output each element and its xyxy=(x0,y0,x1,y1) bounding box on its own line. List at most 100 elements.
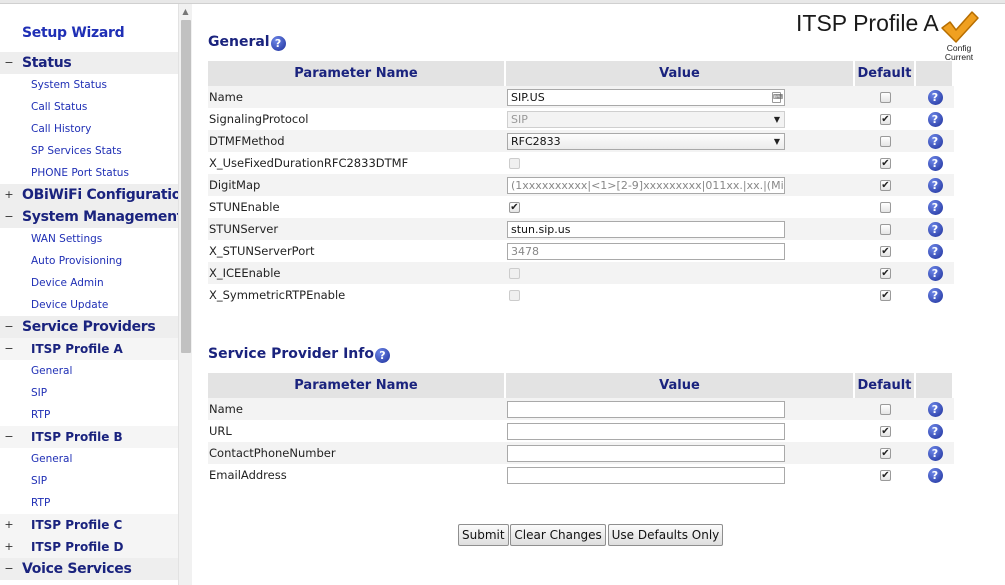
help-icon[interactable]: ? xyxy=(927,155,943,171)
parameter-name-cell: SignalingProtocol xyxy=(208,108,506,130)
sidebar-item-call-status[interactable]: Call Status xyxy=(0,96,178,118)
sidebar-item-wan-settings[interactable]: WAN Settings xyxy=(0,228,178,250)
sidebar-section-label: Voice Services xyxy=(22,561,132,577)
sidebar-subsection-itsp-profile-d[interactable]: + ITSP Profile D xyxy=(0,536,178,558)
default-checkbox[interactable]: ✔ xyxy=(880,470,891,481)
help-icon[interactable]: ? xyxy=(927,111,943,127)
help-icon[interactable]: ? xyxy=(927,177,943,193)
default-checkbox[interactable]: ✔ xyxy=(880,268,891,279)
clear-changes-button[interactable]: Clear Changes xyxy=(510,524,606,546)
sidebar-item-auto-provisioning[interactable]: Auto Provisioning xyxy=(0,250,178,272)
default-checkbox[interactable] xyxy=(880,404,891,415)
help-icon[interactable]: ? xyxy=(927,445,943,461)
column-header-parameter-name: Parameter Name xyxy=(208,61,506,86)
sidebar-item-phone-port-status[interactable]: PHONE Port Status xyxy=(0,162,178,184)
main-content: ITSP Profile A Config Current General? P… xyxy=(192,4,1005,585)
expand-icon[interactable]: + xyxy=(4,184,14,206)
sidebar-setup-wizard[interactable]: Setup Wizard xyxy=(0,4,178,52)
sidebar-item-call-history[interactable]: Call History xyxy=(0,118,178,140)
table-row: DTMFMethod RFC2833 ▼? xyxy=(208,130,954,152)
sidebar-item-device-admin[interactable]: Device Admin xyxy=(0,272,178,294)
value-input-digit-map[interactable]: (1xxxxxxxxxx|<1>[2-9]xxxxxxxxx|011xx.|xx… xyxy=(507,176,785,194)
value-input-email-address[interactable] xyxy=(507,466,785,484)
value-input-stunserver[interactable]: stun.sip.us xyxy=(507,220,785,238)
default-checkbox[interactable]: ✔ xyxy=(880,448,891,459)
help-icon[interactable]: ? xyxy=(270,36,286,51)
submit-button[interactable]: Submit xyxy=(458,524,509,546)
help-icon[interactable]: ? xyxy=(927,243,943,259)
form-button-bar: Submit Clear Changes Use Defaults Only xyxy=(458,524,724,546)
value-checkbox-x-use-fixed-duration-rfc2833dtmf[interactable] xyxy=(509,158,520,169)
expand-icon[interactable]: + xyxy=(4,536,14,558)
default-checkbox[interactable]: ✔ xyxy=(880,158,891,169)
default-checkbox[interactable]: ✔ xyxy=(880,426,891,437)
default-checkbox[interactable] xyxy=(880,202,891,213)
scrollbar-thumb[interactable] xyxy=(181,20,191,353)
value-select-dtmfmethod[interactable]: RFC2833 ▼ xyxy=(507,132,785,150)
value-input-contact-phone-number[interactable] xyxy=(507,444,785,462)
sidebar-item-profile-a-sip[interactable]: SIP xyxy=(0,382,178,404)
sidebar-scrollbar[interactable]: ▲ xyxy=(178,4,192,585)
help-cell: ? xyxy=(916,218,954,240)
parameter-name-cell: STUNEnable xyxy=(208,196,506,218)
sidebar-item-profile-b-rtp[interactable]: RTP xyxy=(0,492,178,514)
collapse-icon[interactable]: − xyxy=(4,338,14,360)
collapse-icon[interactable]: − xyxy=(4,206,14,228)
sidebar-item-profile-a-rtp[interactable]: RTP xyxy=(0,404,178,426)
help-icon[interactable]: ? xyxy=(927,221,943,237)
default-checkbox[interactable]: ✔ xyxy=(880,180,891,191)
sidebar-item-system-status[interactable]: System Status xyxy=(0,74,178,96)
sidebar-section-obiwifi[interactable]: + OBiWiFi Configuration xyxy=(0,184,178,206)
sidebar-section-system-management[interactable]: − System Management xyxy=(0,206,178,228)
default-checkbox[interactable] xyxy=(880,92,891,103)
default-cell xyxy=(855,398,916,420)
default-cell: ✔ xyxy=(855,464,916,486)
help-icon[interactable]: ? xyxy=(927,89,943,105)
collapse-icon[interactable]: − xyxy=(4,52,14,74)
help-icon[interactable]: ? xyxy=(374,348,390,363)
parameter-name-cell: X_SymmetricRTPEnable xyxy=(208,284,506,306)
table-row: Name? xyxy=(208,398,954,420)
value-input-x-stunserver-port[interactable]: 3478 xyxy=(507,242,785,260)
expand-icon[interactable]: + xyxy=(4,514,14,536)
use-defaults-only-button[interactable]: Use Defaults Only xyxy=(607,524,724,546)
value-checkbox-x-iceenable[interactable] xyxy=(509,268,520,279)
help-icon[interactable]: ? xyxy=(927,287,943,303)
default-checkbox[interactable] xyxy=(880,136,891,147)
sidebar-item-profile-b-sip[interactable]: SIP xyxy=(0,470,178,492)
parameter-name-signaling-protocol: SignalingProtocol xyxy=(209,112,309,126)
sidebar-item-profile-b-general[interactable]: General xyxy=(0,448,178,470)
collapse-icon[interactable]: − xyxy=(4,558,14,580)
help-icon[interactable]: ? xyxy=(927,199,943,215)
sidebar-item-profile-a-general[interactable]: General xyxy=(0,360,178,382)
default-checkbox[interactable]: ✔ xyxy=(880,114,891,125)
value-input-name[interactable] xyxy=(507,400,785,418)
sidebar-section-voice-services[interactable]: − Voice Services xyxy=(0,558,178,580)
sidebar-item-device-update[interactable]: Device Update xyxy=(0,294,178,316)
value-input-name[interactable]: SIP.US ⌨ xyxy=(507,88,785,106)
help-icon[interactable]: ? xyxy=(927,401,943,417)
sidebar-item-sp-services-stats[interactable]: SP Services Stats xyxy=(0,140,178,162)
collapse-icon[interactable]: − xyxy=(4,316,14,338)
collapse-icon[interactable]: − xyxy=(4,426,14,448)
column-header-help xyxy=(916,373,954,398)
sidebar-section-label: Status xyxy=(22,55,72,71)
sidebar-subsection-itsp-profile-c[interactable]: + ITSP Profile C xyxy=(0,514,178,536)
help-icon[interactable]: ? xyxy=(927,423,943,439)
default-checkbox[interactable] xyxy=(880,224,891,235)
sidebar-subsection-itsp-profile-a[interactable]: − ITSP Profile A xyxy=(0,338,178,360)
help-icon[interactable]: ? xyxy=(927,467,943,483)
help-icon[interactable]: ? xyxy=(927,265,943,281)
value-select-signaling-protocol[interactable]: SIP ▼ xyxy=(507,110,785,128)
sidebar-subsection-itsp-profile-b[interactable]: − ITSP Profile B xyxy=(0,426,178,448)
default-checkbox[interactable]: ✔ xyxy=(880,246,891,257)
help-icon[interactable]: ? xyxy=(927,133,943,149)
sidebar-section-service-providers[interactable]: − Service Providers xyxy=(0,316,178,338)
value-checkbox-x-symmetric-rtpenable[interactable] xyxy=(509,290,520,301)
sidebar-section-status[interactable]: − Status xyxy=(0,52,178,74)
help-cell: ? xyxy=(916,398,954,420)
value-input-url[interactable] xyxy=(507,422,785,440)
scroll-up-arrow-icon[interactable]: ▲ xyxy=(179,6,192,18)
value-checkbox-stunenable[interactable]: ✔ xyxy=(509,202,520,213)
default-checkbox[interactable]: ✔ xyxy=(880,290,891,301)
